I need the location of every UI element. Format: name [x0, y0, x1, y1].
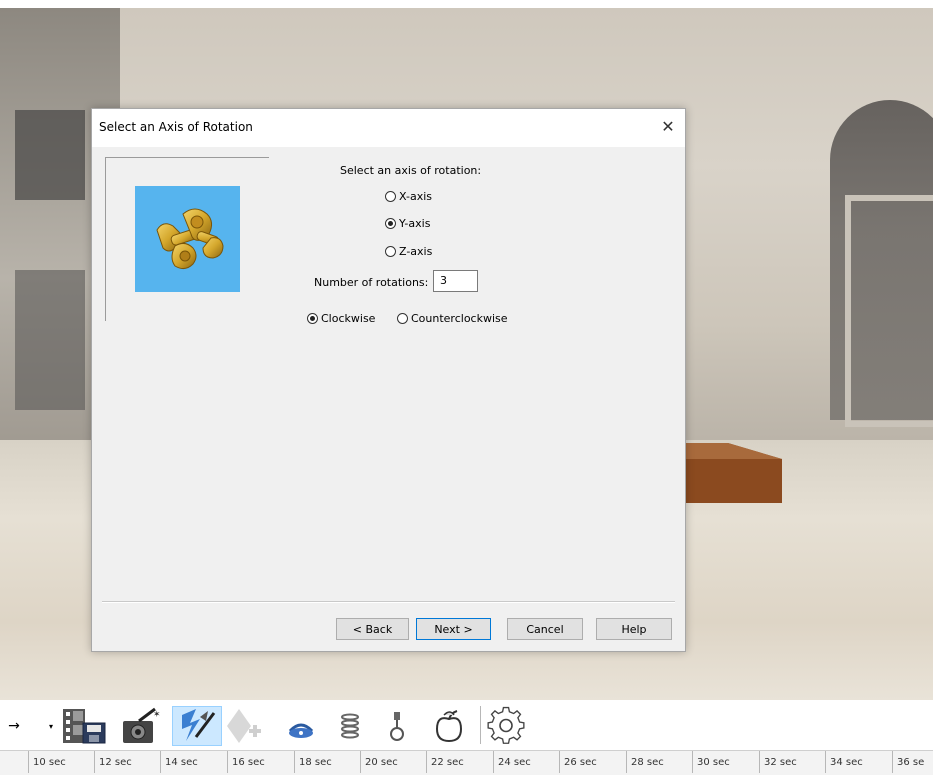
svg-text:✶: ✶ — [153, 710, 161, 720]
arrow-right-icon[interactable]: → — [6, 706, 22, 746]
clockwise-radio[interactable]: Clockwise — [307, 312, 375, 325]
timeline-tick-mark — [160, 751, 161, 773]
axis-prompt: Select an axis of rotation: — [340, 164, 482, 177]
window — [15, 270, 85, 410]
wooden-block — [680, 443, 782, 503]
door-frame — [845, 195, 933, 427]
timeline-tick: 26 sec — [564, 757, 597, 768]
timeline-tick: 10 sec — [33, 757, 66, 768]
timeline-tick: 32 sec — [764, 757, 797, 768]
rotations-input[interactable]: 3 — [433, 270, 478, 292]
z-axis-label: Z-axis — [399, 245, 433, 258]
dropdown-arrow-icon[interactable]: ▾ — [44, 706, 58, 746]
add-keyframe-icon[interactable] — [224, 706, 266, 746]
timeline-tick: 34 sec — [830, 757, 863, 768]
y-axis-label: Y-axis — [399, 217, 431, 230]
timeline-tick: 12 sec — [99, 757, 132, 768]
timeline-tick: 16 sec — [232, 757, 265, 768]
timeline-tick-mark — [892, 751, 893, 773]
timeline-tick: 20 sec — [365, 757, 398, 768]
window — [15, 110, 85, 200]
timeline-tick-mark — [94, 751, 95, 773]
rotations-label: Number of rotations: — [314, 276, 429, 289]
y-axis-radio[interactable]: Y-axis — [385, 217, 430, 230]
clockwise-label: Clockwise — [321, 312, 376, 325]
timeline-tick-mark — [559, 751, 560, 773]
lightning-wand-icon[interactable] — [172, 706, 222, 746]
timeline-tick-mark — [692, 751, 693, 773]
dialog-title: Select an Axis of Rotation — [99, 120, 253, 134]
cancel-button[interactable]: Cancel — [507, 618, 583, 640]
preview-panel — [105, 157, 269, 321]
film-save-icon[interactable] — [60, 706, 108, 746]
bottom-toolbar: → ▾ ✶ — [0, 700, 933, 750]
radio-indicator — [385, 246, 396, 257]
timeline-tick: 14 sec — [165, 757, 198, 768]
timeline-tick-mark — [426, 751, 427, 773]
back-button[interactable]: < Back — [336, 618, 409, 640]
radio-indicator — [385, 191, 396, 202]
hook-icon[interactable] — [384, 706, 410, 746]
close-icon: ✕ — [661, 116, 675, 136]
timeline-tick: 36 se — [897, 757, 925, 768]
rotate-part-icon[interactable] — [285, 706, 317, 746]
z-axis-radio[interactable]: Z-axis — [385, 245, 432, 258]
dialog-titlebar: Select an Axis of Rotation ✕ — [92, 109, 685, 147]
camera-wand-icon[interactable]: ✶ — [118, 706, 164, 746]
timeline-tick: 22 sec — [431, 757, 464, 768]
gravity-apple-icon[interactable] — [432, 706, 466, 746]
close-button[interactable]: ✕ — [657, 115, 679, 137]
timeline-tick-mark — [825, 751, 826, 773]
timeline-tick: 30 sec — [697, 757, 730, 768]
spring-icon[interactable] — [337, 706, 363, 746]
timeline-tick-mark — [294, 751, 295, 773]
part-preview-image — [135, 186, 240, 292]
timeline-tick-mark — [28, 751, 29, 773]
timeline-tick: 24 sec — [498, 757, 531, 768]
gear-icon[interactable] — [480, 706, 532, 746]
radio-indicator — [397, 313, 408, 324]
timeline-tick-mark — [227, 751, 228, 773]
x-axis-radio[interactable]: X-axis — [385, 190, 432, 203]
timeline-tick-mark — [759, 751, 760, 773]
radio-indicator — [307, 313, 318, 324]
timeline-tick-mark — [493, 751, 494, 773]
timeline-tick: 28 sec — [631, 757, 664, 768]
timeline-tick-mark — [626, 751, 627, 773]
next-button[interactable]: Next > — [416, 618, 491, 640]
button-separator — [102, 601, 675, 603]
axis-rotation-dialog: Select an Axis of Rotation ✕ Select an a… — [91, 108, 686, 652]
help-button[interactable]: Help — [596, 618, 672, 640]
x-axis-label: X-axis — [399, 190, 432, 203]
timeline-tick-mark — [360, 751, 361, 773]
timeline-tick: 18 sec — [299, 757, 332, 768]
crank-part-icon — [135, 186, 240, 292]
counterclockwise-label: Counterclockwise — [411, 312, 508, 325]
radio-indicator — [385, 218, 396, 229]
counterclockwise-radio[interactable]: Counterclockwise — [397, 312, 508, 325]
toolbar-divider — [480, 706, 481, 744]
timeline-ruler[interactable]: 10 sec 12 sec 14 sec 16 sec 18 sec 20 se… — [0, 750, 933, 775]
top-strip — [0, 0, 933, 8]
